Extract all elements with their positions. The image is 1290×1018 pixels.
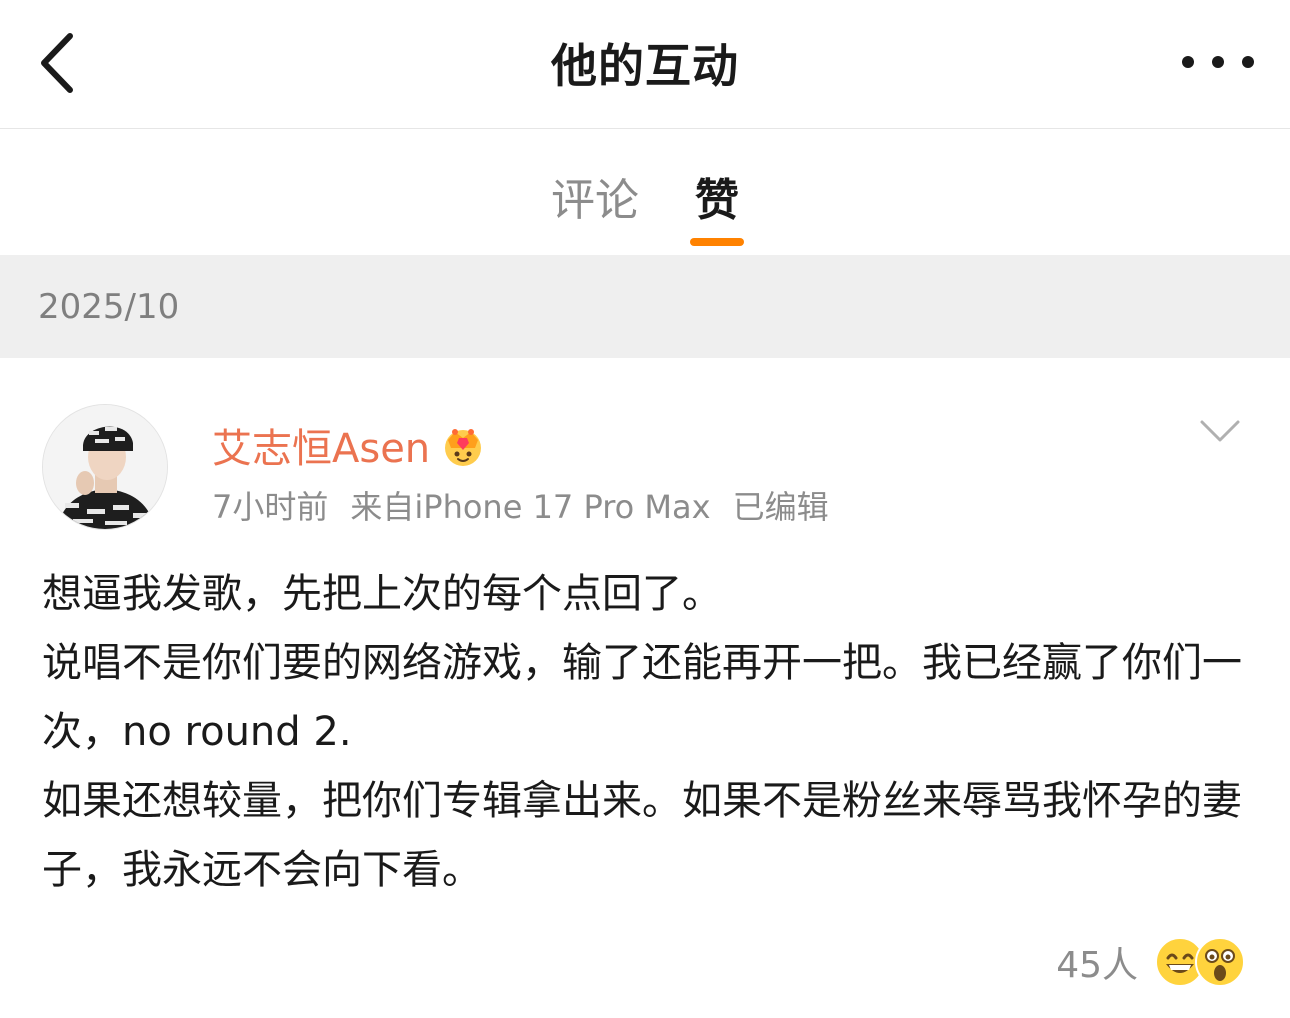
post-time: 7小时前 xyxy=(212,488,329,526)
date-group-label: 2025/10 xyxy=(38,287,180,327)
more-icon-dot xyxy=(1242,56,1254,68)
shocked-emoji-icon xyxy=(1195,937,1245,987)
page-title: 他的互动 xyxy=(551,39,739,93)
reaction-summary[interactable]: 45人 xyxy=(1056,936,1246,988)
author-row: 艾志恒Asen xyxy=(212,416,486,474)
post-paragraph: 如果还想较量，把你们专辑拿出来。如果不是粉丝来辱骂我怀孕的妻子，我永远不会向下看… xyxy=(42,778,1242,893)
active-tab-indicator xyxy=(690,238,744,246)
chevron-down-icon xyxy=(1200,420,1240,442)
top-navbar: 他的互动 xyxy=(0,0,1290,129)
post-paragraph: 想逼我发歌，先把上次的每个点回了。 xyxy=(42,571,722,617)
post-card[interactable]: 艾志恒Asen 7小时前 来自iPhone 17 Pro Max 已编辑 想逼我… xyxy=(0,358,1290,1018)
more-icon xyxy=(1182,56,1194,68)
tab-label: 赞 xyxy=(695,175,739,226)
post-options-button[interactable] xyxy=(1198,416,1242,446)
post-edited-label[interactable]: 已编辑 xyxy=(733,482,829,528)
avatar-image xyxy=(43,405,167,529)
post-paragraph: 说唱不是你们要的网络游戏，输了还能再开一把。我已经赢了你们一次，no round… xyxy=(42,640,1242,755)
avatar[interactable] xyxy=(42,404,168,530)
reaction-icons xyxy=(1154,936,1246,988)
author-name[interactable]: 艾志恒Asen xyxy=(212,416,430,474)
date-group-header: 2025/10 xyxy=(0,255,1290,358)
post-body[interactable]: 想逼我发歌，先把上次的每个点回了。 说唱不是你们要的网络游戏，输了还能再开一把。… xyxy=(42,560,1252,905)
crown-icon xyxy=(445,429,482,466)
more-icon-dot xyxy=(1212,56,1224,68)
tab-label: 评论 xyxy=(551,175,639,226)
tab-bar: 评论 赞 xyxy=(0,130,1290,255)
reaction-count: 45人 xyxy=(1056,945,1138,986)
post-source: 来自iPhone 17 Pro Max xyxy=(350,488,711,526)
more-button[interactable] xyxy=(1182,44,1254,80)
tab-likes[interactable]: 赞 xyxy=(690,130,744,255)
post-meta: 7小时前 来自iPhone 17 Pro Max 已编辑 xyxy=(212,482,851,528)
tab-comments[interactable]: 评论 xyxy=(551,130,639,255)
